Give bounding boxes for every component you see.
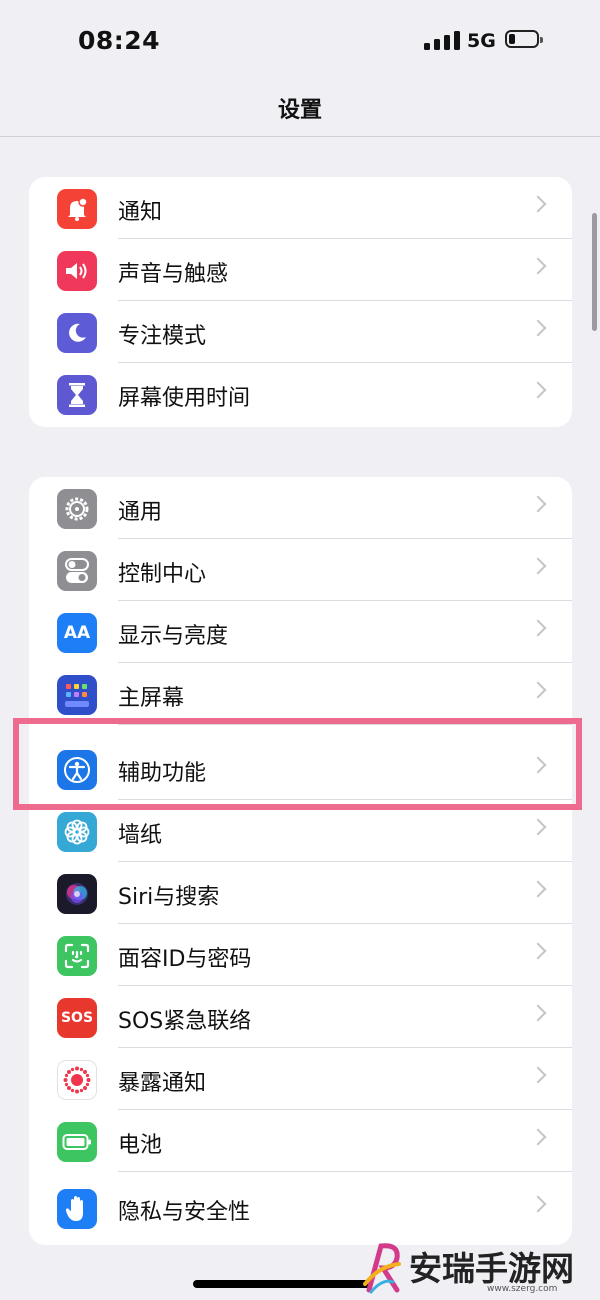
watermark-url: www.szerg.com [487,1284,558,1294]
settings-row-control-center[interactable]: 控制中心 [29,539,572,601]
settings-row-home-screen[interactable]: 主屏幕 [29,663,572,725]
home-screen-grid-icon [57,675,97,715]
row-divider [118,1171,572,1172]
chevron-right-icon [529,1004,547,1022]
row-label: 墙纸 [118,823,163,848]
row-label: 屏幕使用时间 [118,386,251,411]
face-id-icon [57,936,97,976]
row-label: 暴露通知 [118,1071,207,1096]
row-label: SOS紧急联络 [118,1009,252,1034]
watermark-text: 安瑞手游网 [409,1249,574,1288]
text-size-icon: AA [57,613,97,653]
gear-icon [57,489,97,529]
home-indicator[interactable] [193,1280,371,1288]
chevron-right-icon [529,942,547,960]
hourglass-icon [57,375,97,415]
row-label: 主屏幕 [118,686,185,711]
chevron-right-icon [529,1066,547,1084]
accessibility-highlight-frame [13,718,582,810]
status-time: 08:24 [78,26,161,55]
watermark-logo-icon [363,1243,401,1294]
chevron-right-icon [529,1128,547,1146]
battery-status-icon [505,30,543,48]
row-label: 声音与触感 [118,262,229,287]
toggles-icon [57,551,97,591]
row-label: 通知 [118,200,163,225]
row-label: 专注模式 [118,324,207,349]
settings-group-1: 通知 声音与触感 专注模式 屏幕使用时间 [29,177,572,427]
settings-row-emergency-sos[interactable]: SOS SOS紧急联络 [29,986,572,1048]
chevron-right-icon [529,619,547,637]
chevron-right-icon [529,557,547,575]
settings-row-sounds[interactable]: 声音与触感 [29,239,572,301]
settings-row-notifications[interactable]: 通知 [29,177,572,239]
chevron-right-icon [529,319,547,337]
row-label: 显示与亮度 [118,624,229,649]
page-title: 设置 [277,98,322,123]
chevron-right-icon [529,495,547,513]
settings-row-screen-time[interactable]: 屏幕使用时间 [29,363,572,425]
settings-row-siri[interactable]: Siri与搜索 [29,862,572,924]
moon-icon [57,313,97,353]
scrollbar[interactable] [592,213,597,331]
site-watermark: 安瑞手游网 www.szerg.com [355,1232,600,1300]
hand-icon [57,1189,97,1229]
speaker-icon [57,251,97,291]
chevron-right-icon [529,880,547,898]
siri-icon [57,874,97,914]
network-type: 5G [467,30,496,52]
exposure-icon [57,1060,97,1100]
row-label: 面容ID与密码 [118,947,252,972]
cellular-signal-icon [424,30,460,50]
battery-icon [57,1122,97,1162]
settings-row-exposure[interactable]: 暴露通知 [29,1048,572,1110]
settings-row-battery[interactable]: 电池 [29,1110,572,1172]
settings-row-face-id[interactable]: 面容ID与密码 [29,924,572,986]
settings-row-general[interactable]: 通用 [29,477,572,539]
settings-row-focus[interactable]: 专注模式 [29,301,572,363]
row-label: Siri与搜索 [118,885,220,910]
chevron-right-icon [529,1195,547,1213]
row-label: 隐私与安全性 [118,1200,251,1225]
chevron-right-icon [529,257,547,275]
chevron-right-icon [529,195,547,213]
row-label: 通用 [118,500,163,525]
chevron-right-icon [529,381,547,399]
chevron-right-icon [529,818,547,836]
row-label: 控制中心 [118,562,207,587]
row-label: 电池 [118,1133,163,1158]
settings-group-2: 通用 控制中心 AA 显示与亮度 主屏幕 辅助功能 墙纸 Siri与搜索 面容I… [29,477,572,1245]
chevron-right-icon [529,681,547,699]
settings-row-display[interactable]: AA 显示与亮度 [29,601,572,663]
nav-bar: 设置 [0,80,600,137]
bell-icon [57,189,97,229]
status-bar: 08:24 5G [0,0,600,80]
sos-icon: SOS [57,998,97,1038]
settings-row-privacy[interactable]: 隐私与安全性 [29,1177,572,1239]
flower-icon [57,812,97,852]
